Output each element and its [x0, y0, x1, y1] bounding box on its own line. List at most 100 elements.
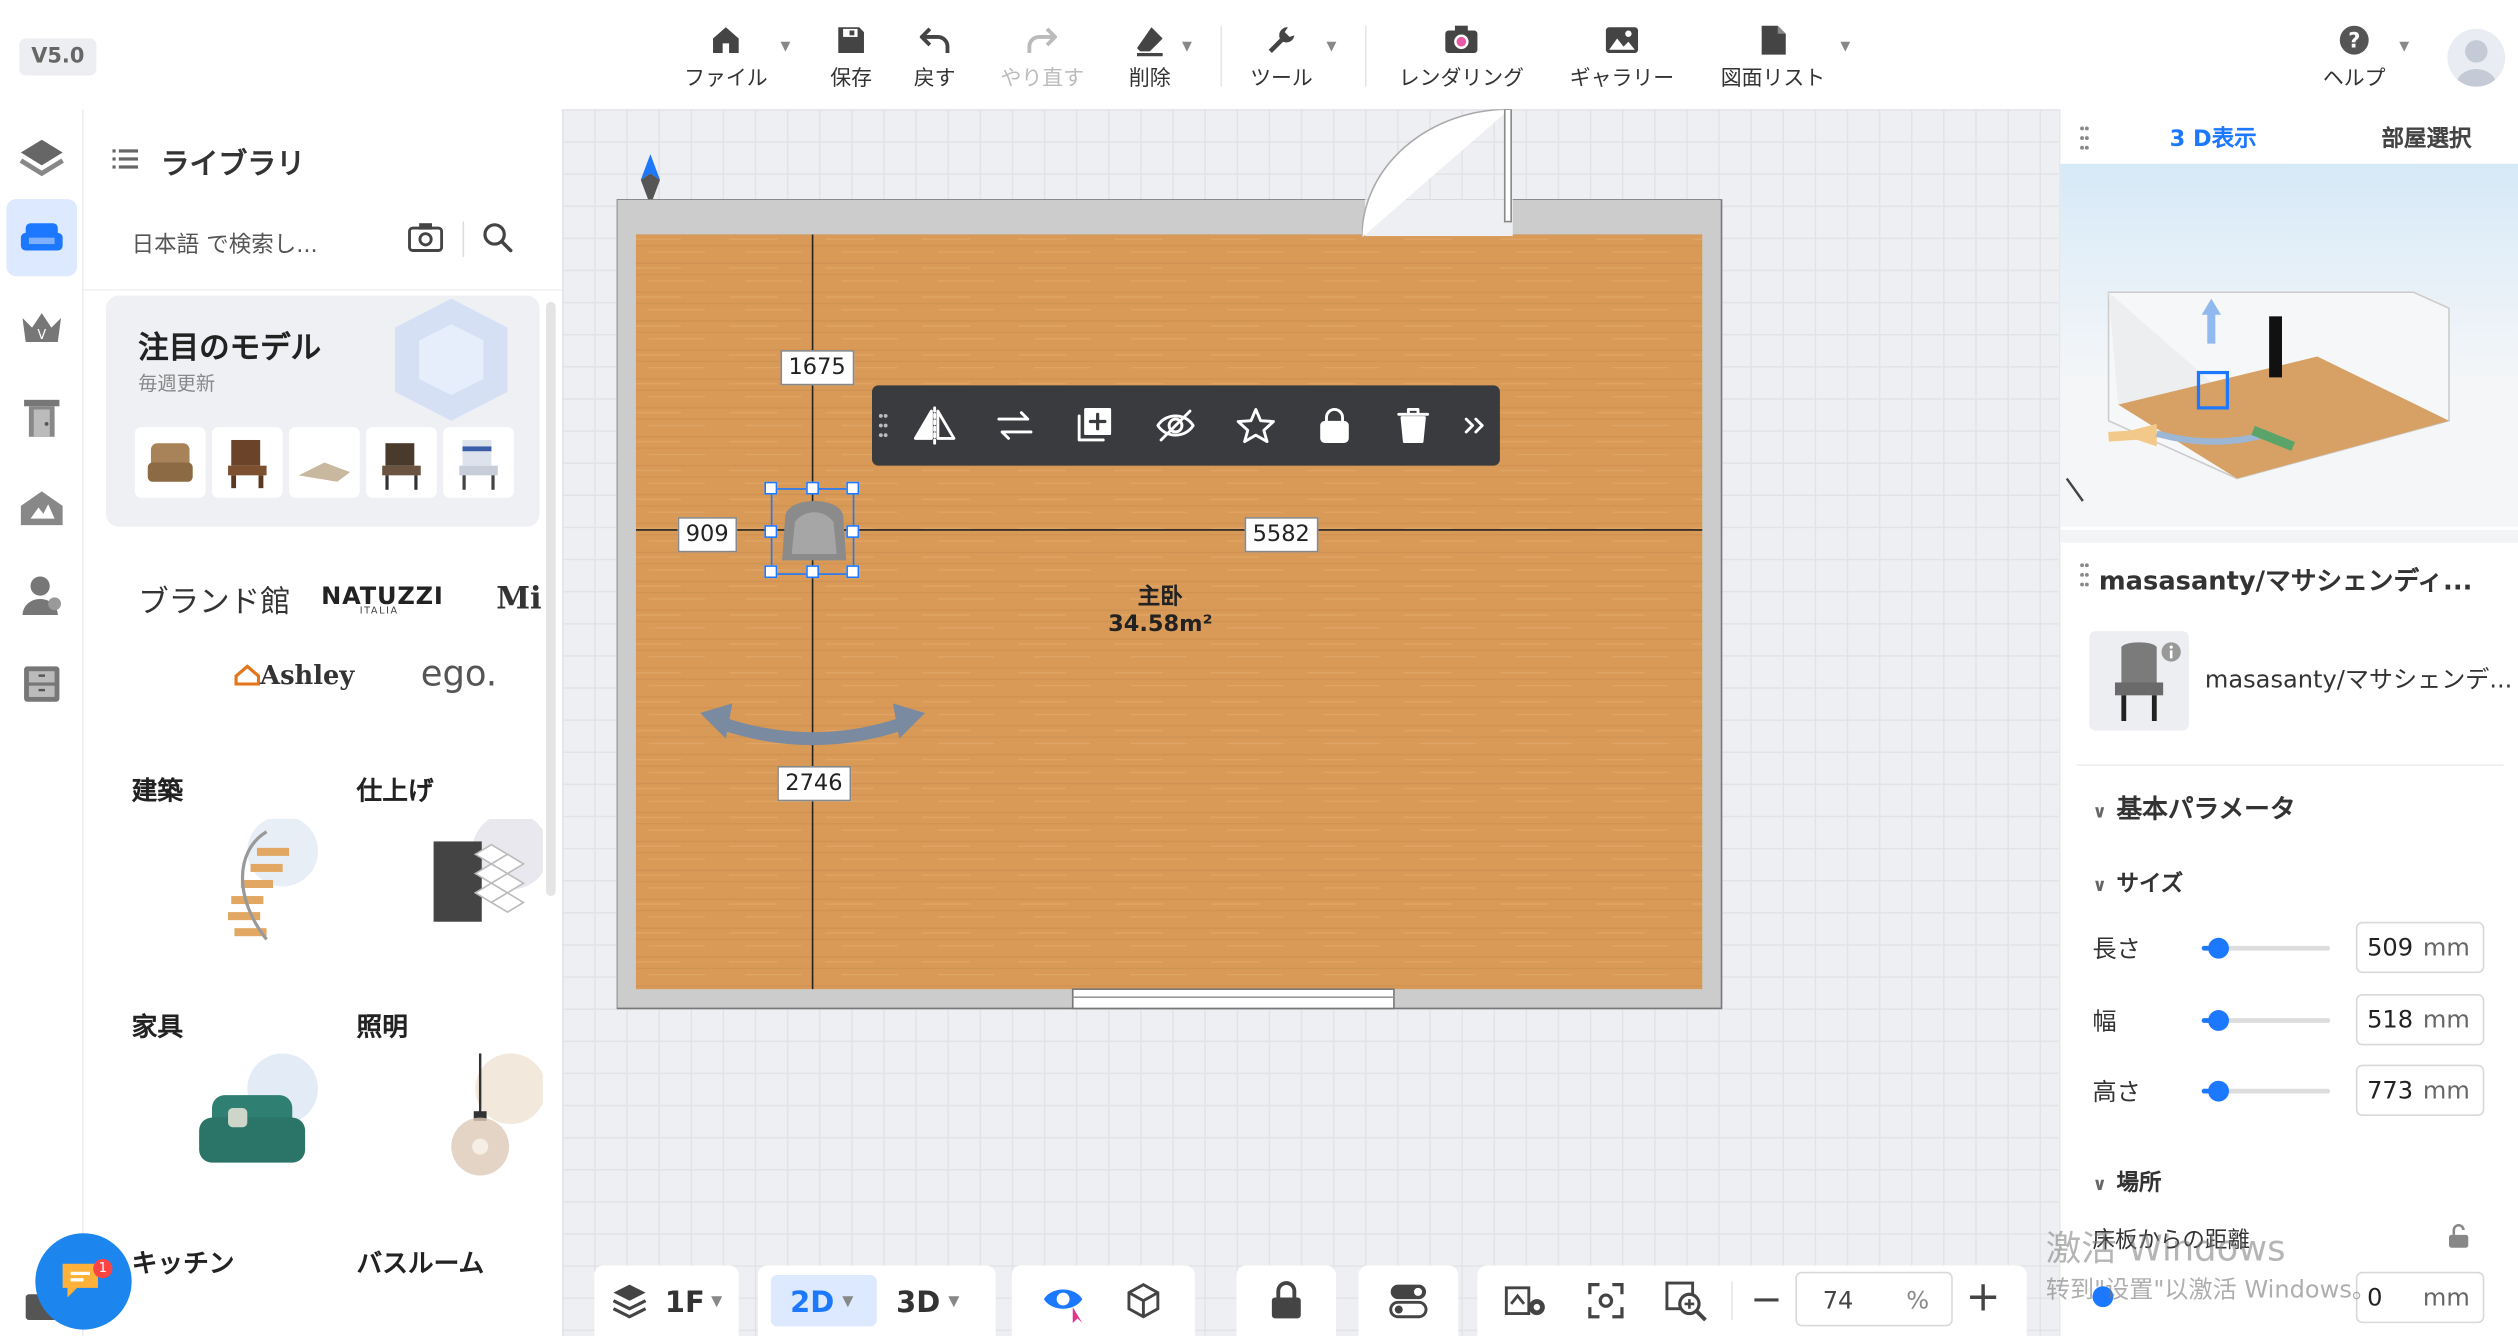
- length-slider-knob[interactable]: [2208, 937, 2229, 959]
- zoom-out-button[interactable]: −: [1750, 1280, 1782, 1319]
- view-settings-icon[interactable]: [1503, 1281, 1548, 1320]
- lock-button[interactable]: [1310, 401, 1358, 449]
- width-input[interactable]: 518 mm: [2355, 993, 2485, 1046]
- mirror-button[interactable]: [911, 401, 959, 449]
- height-input[interactable]: 773 mm: [2355, 1064, 2485, 1117]
- floor-dropdown[interactable]: 1F ▼: [665, 1281, 722, 1323]
- model-thumbnail[interactable]: [443, 427, 514, 498]
- resize-handle[interactable]: [806, 481, 820, 495]
- category-image-lighting[interactable]: [427, 1053, 547, 1181]
- sidebar-item-premium[interactable]: V: [6, 289, 77, 366]
- height-slider-knob[interactable]: [2208, 1080, 2229, 1102]
- brand-ashley[interactable]: Ashley: [260, 660, 354, 691]
- file-menu-button[interactable]: ファイル: [674, 16, 777, 100]
- model-thumbnail[interactable]: [134, 427, 206, 498]
- width-slider-knob[interactable]: [2208, 1010, 2229, 1031]
- unlock-icon[interactable]: [2446, 1224, 2472, 1250]
- eye-icon[interactable]: [1041, 1281, 1086, 1324]
- model-thumbnail[interactable]: [289, 427, 360, 498]
- length-input[interactable]: 509 mm: [2355, 921, 2485, 974]
- zoom-in-button[interactable]: +: [1966, 1277, 2001, 1319]
- basic-params-section[interactable]: ∨ 基本パラメータ: [2092, 787, 2295, 826]
- rendering-button[interactable]: レンダリング: [1391, 16, 1532, 100]
- floorplan-canvas[interactable]: 1675 909 5582 2746 主卧 34.58m²: [562, 109, 2059, 1336]
- resize-handle[interactable]: [806, 565, 820, 579]
- rotate-handle-icon[interactable]: [697, 690, 928, 748]
- size-section[interactable]: ∨ サイズ: [2092, 867, 2183, 899]
- brand-ego[interactable]: ego.: [421, 655, 497, 695]
- room-label[interactable]: 主卧 34.58m²: [1108, 585, 1212, 640]
- toggle-settings-icon[interactable]: [1387, 1281, 1429, 1320]
- tab-room-select[interactable]: 部屋選択: [2382, 122, 2472, 154]
- delete-button[interactable]: 削除: [1118, 16, 1182, 100]
- model-thumbnail[interactable]: [211, 427, 283, 498]
- zoom-input[interactable]: 74 %: [1795, 1271, 1953, 1327]
- selected-chair[interactable]: [764, 481, 860, 579]
- mode-2d-button[interactable]: 2D ▼: [790, 1281, 853, 1323]
- help-button[interactable]: ? ヘルプ: [2312, 16, 2396, 100]
- hide-button[interactable]: [1151, 401, 1199, 449]
- item-thumbnail[interactable]: [2089, 631, 2189, 731]
- model-thumbnail[interactable]: [366, 427, 437, 498]
- sidebar-item-storage[interactable]: [6, 646, 77, 723]
- tools-menu-button[interactable]: ツール: [1246, 16, 1317, 100]
- 3d-preview-viewport[interactable]: [2060, 163, 2518, 527]
- favorite-button[interactable]: [1232, 401, 1280, 449]
- redo-button[interactable]: やり直す: [992, 16, 1092, 100]
- delete-object-button[interactable]: [1389, 401, 1437, 449]
- length-slider[interactable]: [2201, 937, 2331, 959]
- category-kitchen[interactable]: キッチン: [132, 1241, 235, 1280]
- cube-icon[interactable]: [1124, 1281, 1163, 1320]
- resize-handle[interactable]: [846, 525, 860, 538]
- lock-icon[interactable]: [1269, 1280, 1304, 1322]
- gallery-button[interactable]: ギャラリー: [1561, 16, 1683, 100]
- height-slider[interactable]: [2201, 1080, 2331, 1102]
- more-actions-button[interactable]: [1457, 401, 1492, 449]
- brand-mi[interactable]: Mi: [496, 581, 541, 616]
- layers-stack-icon[interactable]: [610, 1281, 649, 1320]
- category-bathroom[interactable]: バスルーム: [357, 1241, 485, 1280]
- mode-3d-button[interactable]: 3D ▼: [896, 1281, 959, 1323]
- search-input[interactable]: 日本語 で検索し...: [132, 228, 318, 260]
- resize-handle[interactable]: [764, 481, 778, 495]
- resize-handle[interactable]: [846, 565, 860, 579]
- category-image-architecture[interactable]: [202, 815, 318, 947]
- drag-handle-icon[interactable]: [2080, 125, 2090, 151]
- drawing-list-button[interactable]: 図面リスト: [1712, 16, 1834, 100]
- replace-button[interactable]: [991, 401, 1039, 449]
- fit-view-icon[interactable]: [1587, 1281, 1626, 1320]
- drag-handle-icon[interactable]: [2080, 562, 2090, 588]
- dimension-label-right[interactable]: 5582: [1244, 517, 1318, 553]
- sidebar-item-account[interactable]: [6, 556, 77, 633]
- category-lighting[interactable]: 照明: [357, 1005, 408, 1044]
- category-finishes[interactable]: 仕上げ: [357, 769, 434, 808]
- sidebar-item-doors[interactable]: [6, 379, 77, 456]
- save-button[interactable]: 保存: [819, 16, 883, 100]
- dimension-label-top[interactable]: 1675: [780, 350, 854, 386]
- chat-button[interactable]: 1: [35, 1233, 132, 1330]
- avatar[interactable]: [2447, 28, 2506, 87]
- dimension-label-left[interactable]: 909: [677, 517, 737, 553]
- library-scrollbar[interactable]: [546, 301, 556, 897]
- search-icon[interactable]: [482, 222, 514, 254]
- resize-handle[interactable]: [846, 481, 860, 495]
- category-architecture[interactable]: 建築: [132, 769, 183, 808]
- drag-handle-icon[interactable]: [878, 413, 888, 439]
- resize-handle[interactable]: [764, 525, 778, 538]
- width-slider[interactable]: [2201, 1010, 2331, 1031]
- resize-handle[interactable]: [764, 565, 778, 579]
- sidebar-item-floorplan[interactable]: [6, 119, 77, 196]
- category-image-finishes[interactable]: [427, 812, 550, 947]
- location-section[interactable]: ∨ 場所: [2092, 1166, 2161, 1198]
- info-icon[interactable]: [2160, 641, 2182, 663]
- sidebar-item-build[interactable]: [6, 469, 77, 546]
- sidebar-item-furniture[interactable]: [6, 199, 78, 277]
- featured-models-card[interactable]: 注目のモデル 毎週更新: [105, 295, 540, 527]
- zoom-region-icon[interactable]: [1664, 1280, 1709, 1322]
- category-furniture[interactable]: 家具: [132, 1005, 183, 1044]
- category-image-furniture[interactable]: [193, 1053, 318, 1181]
- dimension-label-bottom[interactable]: 2746: [777, 765, 851, 802]
- undo-button[interactable]: 戻す: [903, 16, 967, 100]
- camera-search-icon[interactable]: [408, 222, 444, 254]
- duplicate-button[interactable]: [1071, 401, 1119, 449]
